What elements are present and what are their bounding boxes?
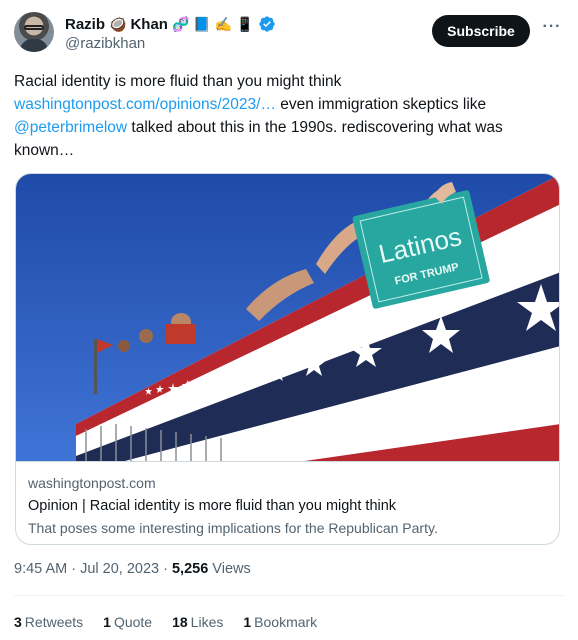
quotes-count: 1 [103,614,111,630]
coconut-emoji: 🥥 [109,16,127,32]
tweet-timestamp[interactable]: 9:45 AM · Jul 20, 2023 · 5,256 Views [14,561,251,577]
divider [14,595,564,596]
subscribe-button[interactable]: Subscribe [432,15,530,47]
mention-link[interactable]: @peterbrimelow [14,119,127,136]
bookmarks-label: Bookmark [254,614,318,630]
likes-count: 18 [172,614,188,630]
quotes-stat[interactable]: 1 Quote [103,614,152,630]
author-name[interactable]: Razib [65,16,105,33]
retweets-count: 3 [14,614,22,630]
tweet-text-part: Racial identity is more fluid than you m… [14,73,342,90]
phone-emoji: 📱 [236,16,254,32]
card-image[interactable]: Latinos FOR TRUMP [16,174,560,461]
card-meta[interactable]: washingtonpost.com Opinion | Racial iden… [16,461,559,544]
more-options-icon[interactable]: ··· [542,19,562,40]
views-label: Views [208,561,251,577]
link-preview-card[interactable]: Latinos FOR TRUMP washingtonpost.com Opi… [15,173,560,545]
dna-emoji: 🧬 [171,16,190,32]
tweet-body: Racial identity is more fluid than you m… [14,70,564,162]
retweets-stat[interactable]: 3 Retweets [14,614,83,630]
author-name-suffix[interactable]: Khan [130,16,168,33]
views-count[interactable]: 5,256 [172,561,208,577]
quotes-label: Quote [113,614,153,630]
timestamp-text[interactable]: 9:45 AM · Jul 20, 2023 · [14,561,172,577]
article-link[interactable]: washingtonpost.com/opinions/2023/… [14,96,276,113]
card-description: That poses some interesting implications… [28,520,438,536]
bookmarks-count: 1 [243,614,252,630]
tweet-text-part: even immigration skeptics like [275,96,487,113]
avatar[interactable] [14,12,54,52]
writing-hand-emoji: ✍️ [214,16,233,32]
likes-label: Likes [190,614,224,630]
author-handle[interactable]: @razibkhan [65,35,145,52]
author-name-row[interactable]: Razib 🥥 Khan 🧬 📘 ✍️ 📱 [65,14,276,34]
card-title: Opinion | Racial identity is more fluid … [28,498,397,514]
bookmarks-stat[interactable]: 1 Bookmark [243,614,317,630]
likes-stat[interactable]: 18 Likes [172,614,223,630]
card-domain: washingtonpost.com [28,475,156,491]
book-emoji: 📘 [193,16,211,32]
avatar-glasses [24,25,44,30]
engagement-stats: 3 Retweets 1 Quote 18 Likes 1 Bookmark [14,614,317,630]
verified-badge-icon[interactable] [258,15,276,33]
tweet-header: Razib 🥥 Khan 🧬 📘 ✍️ 📱 @razibkhan Subscri… [14,12,566,56]
avatar-shirt [20,39,48,52]
retweets-label: Retweets [24,614,84,630]
